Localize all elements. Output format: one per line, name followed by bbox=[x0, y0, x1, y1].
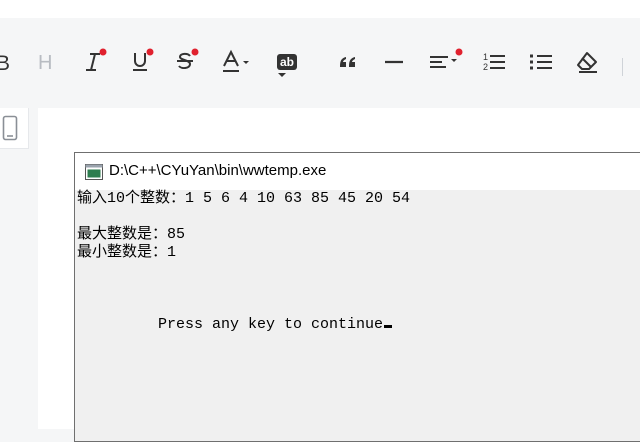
bold-button[interactable]: B bbox=[0, 52, 10, 86]
top-strip bbox=[0, 0, 640, 18]
eraser-icon bbox=[575, 49, 601, 75]
font-color-icon bbox=[220, 48, 254, 74]
highlight-icon: ab bbox=[277, 51, 298, 80]
tablet-icon[interactable] bbox=[2, 115, 18, 145]
align-icon bbox=[428, 48, 464, 74]
console-output[interactable]: 输入10个整数：1 5 6 4 10 63 85 45 20 54 最大整数是：… bbox=[75, 190, 640, 441]
console-app-icon bbox=[85, 164, 103, 184]
align-button[interactable] bbox=[428, 48, 464, 82]
side-panel bbox=[0, 108, 29, 149]
console-window[interactable]: D:\C++\CYuYan\bin\wwtemp.exe 输入10个整数：1 5… bbox=[74, 152, 640, 442]
quote-button[interactable] bbox=[336, 50, 360, 84]
heading-icon: H bbox=[38, 52, 53, 74]
ordered-list-icon: 1 2 bbox=[481, 49, 507, 75]
font-color-button[interactable] bbox=[220, 48, 254, 82]
quote-icon bbox=[336, 50, 360, 74]
clear-format-button[interactable] bbox=[575, 49, 601, 83]
text-cursor bbox=[384, 325, 393, 328]
ordered-list-button[interactable]: 1 2 bbox=[481, 49, 507, 83]
console-line: 输入10个整数：1 5 6 4 10 63 85 45 20 54 bbox=[77, 190, 411, 207]
console-title-bar[interactable]: D:\C++\CYuYan\bin\wwtemp.exe bbox=[75, 153, 640, 190]
console-line: 最小整数是：1 bbox=[77, 244, 177, 261]
italic-icon bbox=[82, 48, 108, 74]
console-title: D:\C++\CYuYan\bin\wwtemp.exe bbox=[109, 162, 327, 179]
unordered-list-icon bbox=[528, 49, 554, 75]
console-line-prompt: Press any key to continue bbox=[77, 316, 393, 334]
formatting-toolbar: B H ab 1 2 bbox=[0, 18, 640, 108]
underline-icon bbox=[128, 48, 154, 74]
underline-button[interactable] bbox=[128, 48, 154, 82]
toolbar-divider bbox=[622, 58, 623, 76]
heading-button[interactable]: H bbox=[38, 52, 52, 86]
horizontal-rule-icon bbox=[382, 50, 406, 74]
strikethrough-icon bbox=[173, 48, 199, 74]
unordered-list-button[interactable] bbox=[528, 49, 554, 83]
bold-icon: B bbox=[0, 52, 11, 75]
horizontal-rule-button[interactable] bbox=[382, 50, 406, 84]
continue-prompt: Press any key to continue bbox=[77, 316, 384, 333]
console-line: 最大整数是：85 bbox=[77, 226, 186, 243]
svg-text:1: 1 bbox=[483, 52, 488, 62]
svg-text:2: 2 bbox=[483, 62, 488, 72]
strikethrough-button[interactable] bbox=[173, 48, 199, 82]
italic-button[interactable] bbox=[82, 48, 108, 82]
highlight-button[interactable]: ab bbox=[277, 51, 298, 85]
